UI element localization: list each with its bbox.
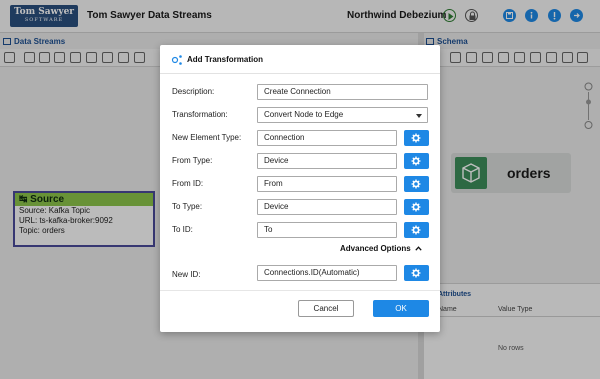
- to-type-input[interactable]: Device: [257, 199, 397, 215]
- from-id-label: From ID:: [172, 179, 204, 188]
- transformation-icon: [171, 54, 183, 66]
- new-element-type-label: New Element Type:: [172, 133, 242, 142]
- gear-icon: [411, 179, 421, 189]
- new-element-type-settings-button[interactable]: [404, 130, 429, 146]
- description-input[interactable]: Create Connection: [257, 84, 428, 100]
- new-element-type-input[interactable]: Connection: [257, 130, 397, 146]
- from-type-label: From Type:: [172, 156, 213, 165]
- dialog-divider: [160, 73, 440, 74]
- from-id-input[interactable]: From: [257, 176, 397, 192]
- chevron-down-icon: [416, 114, 422, 118]
- to-id-settings-button[interactable]: [404, 222, 429, 238]
- ok-button[interactable]: OK: [373, 300, 429, 317]
- chevron-up-icon: [415, 246, 422, 251]
- to-type-label: To Type:: [172, 202, 203, 211]
- from-type-input[interactable]: Device: [257, 153, 397, 169]
- transformation-selected-value: Convert Node to Edge: [264, 110, 344, 119]
- add-transformation-dialog: Add Transformation Description: Create C…: [160, 45, 440, 332]
- description-label: Description:: [172, 87, 215, 96]
- to-id-input[interactable]: To: [257, 222, 397, 238]
- transformation-label: Transformation:: [172, 110, 228, 119]
- advanced-options-toggle[interactable]: Advanced Options: [340, 244, 422, 253]
- new-id-input[interactable]: Connections.ID(Automatic): [257, 265, 397, 281]
- new-id-settings-button[interactable]: [404, 265, 429, 281]
- gear-icon: [411, 225, 421, 235]
- gear-icon: [411, 202, 421, 212]
- cancel-button[interactable]: Cancel: [298, 300, 354, 317]
- from-id-settings-button[interactable]: [404, 176, 429, 192]
- gear-icon: [411, 268, 421, 278]
- dialog-footer-divider: [160, 290, 440, 291]
- dialog-title: Add Transformation: [187, 55, 264, 64]
- transformation-select[interactable]: Convert Node to Edge: [257, 107, 428, 123]
- gear-icon: [411, 156, 421, 166]
- advanced-options-label: Advanced Options: [340, 244, 411, 253]
- to-type-settings-button[interactable]: [404, 199, 429, 215]
- new-id-label: New ID:: [172, 270, 201, 279]
- to-id-label: To ID:: [172, 225, 193, 234]
- gear-icon: [411, 133, 421, 143]
- from-type-settings-button[interactable]: [404, 153, 429, 169]
